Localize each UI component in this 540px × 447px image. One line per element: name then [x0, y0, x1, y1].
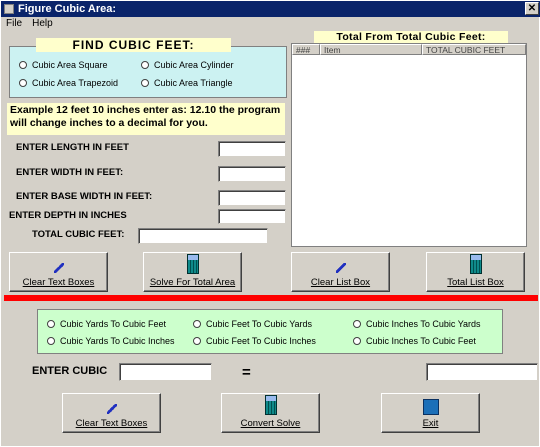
col-total-cubic-feet[interactable]: TOTAL CUBIC FEET	[422, 44, 526, 55]
find-cubic-panel: Cubic Area Square Cubic Area Cylinder Cu…	[9, 46, 287, 98]
eraser-icon	[335, 263, 346, 273]
radio-cubic-area-cylinder[interactable]: Cubic Area Cylinder	[141, 60, 234, 70]
radio-yards-to-feet[interactable]: Cubic Yards To Cubic Feet	[47, 319, 166, 329]
total-cubic-input[interactable]	[138, 228, 268, 244]
result-output[interactable]	[426, 363, 538, 381]
menu-file[interactable]: File	[1, 17, 27, 31]
clear-text-boxes-button[interactable]: Clear Text Boxes	[9, 252, 108, 292]
menu-bar: File Help	[1, 17, 540, 31]
radio-icon	[47, 320, 55, 328]
radio-feet-to-inches[interactable]: Cubic Feet To Cubic Inches	[193, 336, 316, 346]
find-cubic-heading: FIND CUBIC FEET:	[36, 38, 231, 52]
radio-icon	[19, 79, 27, 87]
radio-icon	[193, 320, 201, 328]
close-icon[interactable]: ✕	[525, 2, 539, 15]
width-label: ENTER WIDTH IN FEET:	[16, 167, 124, 178]
radio-cubic-area-triangle[interactable]: Cubic Area Triangle	[141, 78, 233, 88]
radio-yards-to-inches[interactable]: Cubic Yards To Cubic Inches	[47, 336, 175, 346]
length-label: ENTER LENGTH IN FEET	[16, 142, 129, 153]
col-number[interactable]: ###	[292, 44, 320, 55]
enter-cubic-label: ENTER CUBIC	[32, 365, 108, 377]
total-cubic-label: TOTAL CUBIC FEET:	[32, 229, 125, 240]
eraser-icon	[53, 263, 64, 273]
depth-input[interactable]	[218, 209, 286, 224]
example-note: Example 12 feet 10 inches enter as: 12.1…	[7, 103, 285, 135]
base-width-label: ENTER BASE WIDTH IN FEET:	[16, 191, 153, 202]
app-icon	[4, 4, 14, 14]
totals-list[interactable]: ### Item TOTAL CUBIC FEET	[291, 43, 527, 247]
main-window: Figure Cubic Area: ✕ File Help Cubic Are…	[0, 0, 540, 447]
list-header: ### Item TOTAL CUBIC FEET	[292, 44, 526, 55]
solve-total-area-button[interactable]: Solve For Total Area	[143, 252, 242, 292]
clear-list-box-button[interactable]: Clear List Box	[291, 252, 390, 292]
length-input[interactable]	[218, 141, 286, 157]
equals-sign: =	[242, 364, 251, 381]
depth-label: ENTER DEPTH IN INCHES	[9, 210, 127, 221]
convert-panel: Cubic Yards To Cubic Feet Cubic Feet To …	[37, 309, 503, 354]
radio-cubic-area-trapezoid[interactable]: Cubic Area Trapezoid	[19, 78, 118, 88]
clear-text-boxes-bottom-button[interactable]: Clear Text Boxes	[62, 393, 161, 433]
calculator-icon	[469, 254, 482, 274]
radio-icon	[193, 337, 201, 345]
convert-solve-button[interactable]: Convert Solve	[221, 393, 320, 433]
width-input[interactable]	[218, 166, 286, 182]
calculator-icon	[186, 254, 199, 274]
total-list-box-button[interactable]: Total List Box	[426, 252, 525, 292]
col-item[interactable]: Item	[320, 44, 422, 55]
exit-door-icon	[422, 399, 439, 415]
radio-icon	[141, 61, 149, 69]
exit-button[interactable]: Exit	[381, 393, 480, 433]
radio-icon	[141, 79, 149, 87]
radio-icon	[19, 61, 27, 69]
base-width-input[interactable]	[218, 190, 286, 206]
radio-icon	[47, 337, 55, 345]
radio-inches-to-feet[interactable]: Cubic Inches To Cubic Feet	[353, 336, 476, 346]
radio-inches-to-yards[interactable]: Cubic Inches To Cubic Yards	[353, 319, 481, 329]
calculator-icon	[264, 395, 277, 415]
enter-cubic-input[interactable]	[119, 363, 212, 381]
separator-bar	[4, 295, 538, 301]
eraser-icon	[106, 404, 117, 414]
radio-cubic-area-square[interactable]: Cubic Area Square	[19, 60, 108, 70]
radio-icon	[353, 320, 361, 328]
radio-feet-to-yards[interactable]: Cubic Feet To Cubic Yards	[193, 319, 312, 329]
radio-icon	[353, 337, 361, 345]
window-title: Figure Cubic Area:	[18, 3, 116, 15]
menu-help[interactable]: Help	[27, 17, 58, 31]
title-bar[interactable]: Figure Cubic Area: ✕	[1, 1, 540, 17]
